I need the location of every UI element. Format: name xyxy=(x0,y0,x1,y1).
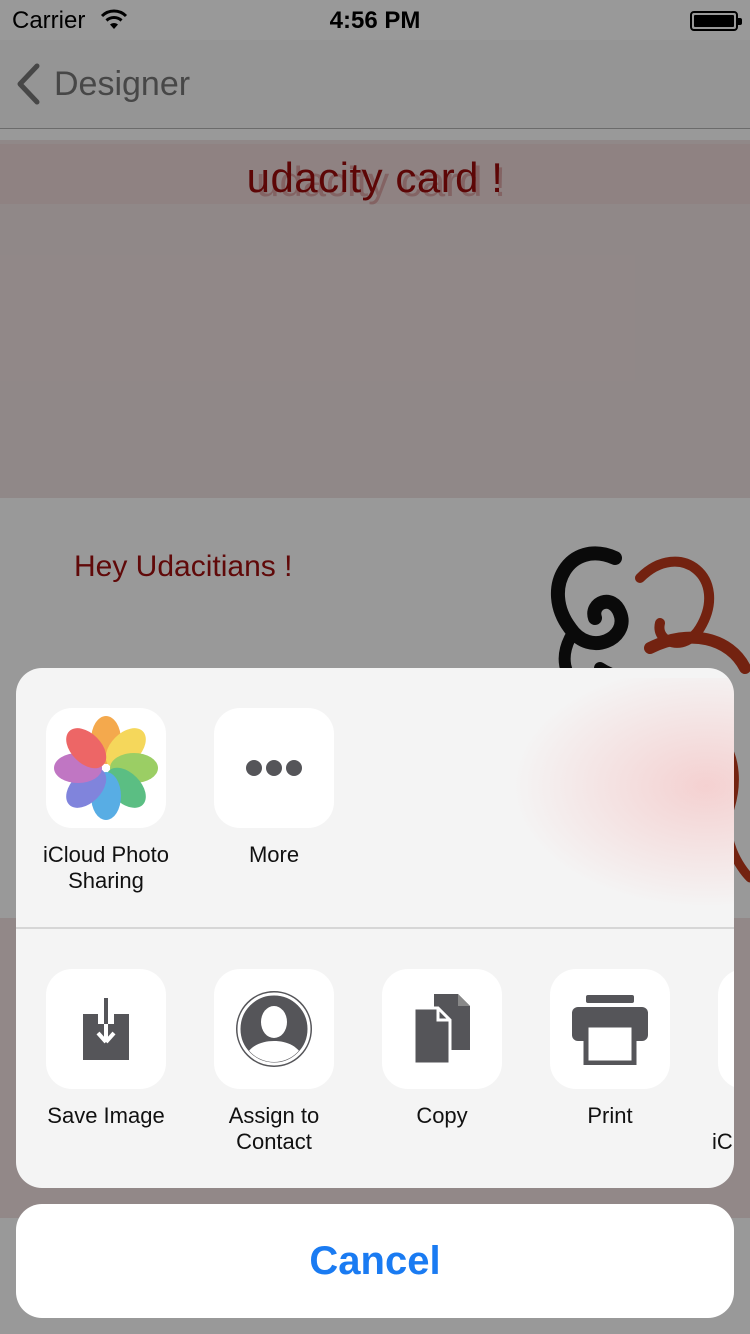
action-label: Print xyxy=(587,1103,633,1128)
save-image-icon xyxy=(83,998,129,1060)
contact-tile[interactable] xyxy=(214,969,334,1089)
action-label: iC xyxy=(712,1129,733,1154)
sheet-glow xyxy=(496,678,734,918)
copy-tile[interactable] xyxy=(382,969,502,1089)
contact-icon xyxy=(236,991,312,1067)
photos-icon xyxy=(54,716,158,820)
photos-tile[interactable] xyxy=(46,708,166,828)
share-item-label: More xyxy=(248,842,300,867)
share-item-label: iCloud Photo Sharing xyxy=(43,842,169,893)
icloud-tile[interactable] xyxy=(718,969,734,1089)
share-sheet: iCloud Photo Sharing More Save Image Ass… xyxy=(16,668,734,1188)
more-tile[interactable] xyxy=(214,708,334,828)
more-icon xyxy=(246,760,302,776)
print-icon xyxy=(572,995,648,1065)
sheet-divider xyxy=(16,927,734,929)
save-image-tile[interactable] xyxy=(46,969,166,1089)
action-label: Save Image xyxy=(47,1103,165,1128)
cancel-button[interactable]: Cancel xyxy=(16,1204,734,1318)
copy-icon xyxy=(412,994,470,1066)
action-label: Copy xyxy=(416,1103,468,1128)
action-label: Assign to Contact xyxy=(228,1103,320,1154)
print-tile[interactable] xyxy=(550,969,670,1089)
